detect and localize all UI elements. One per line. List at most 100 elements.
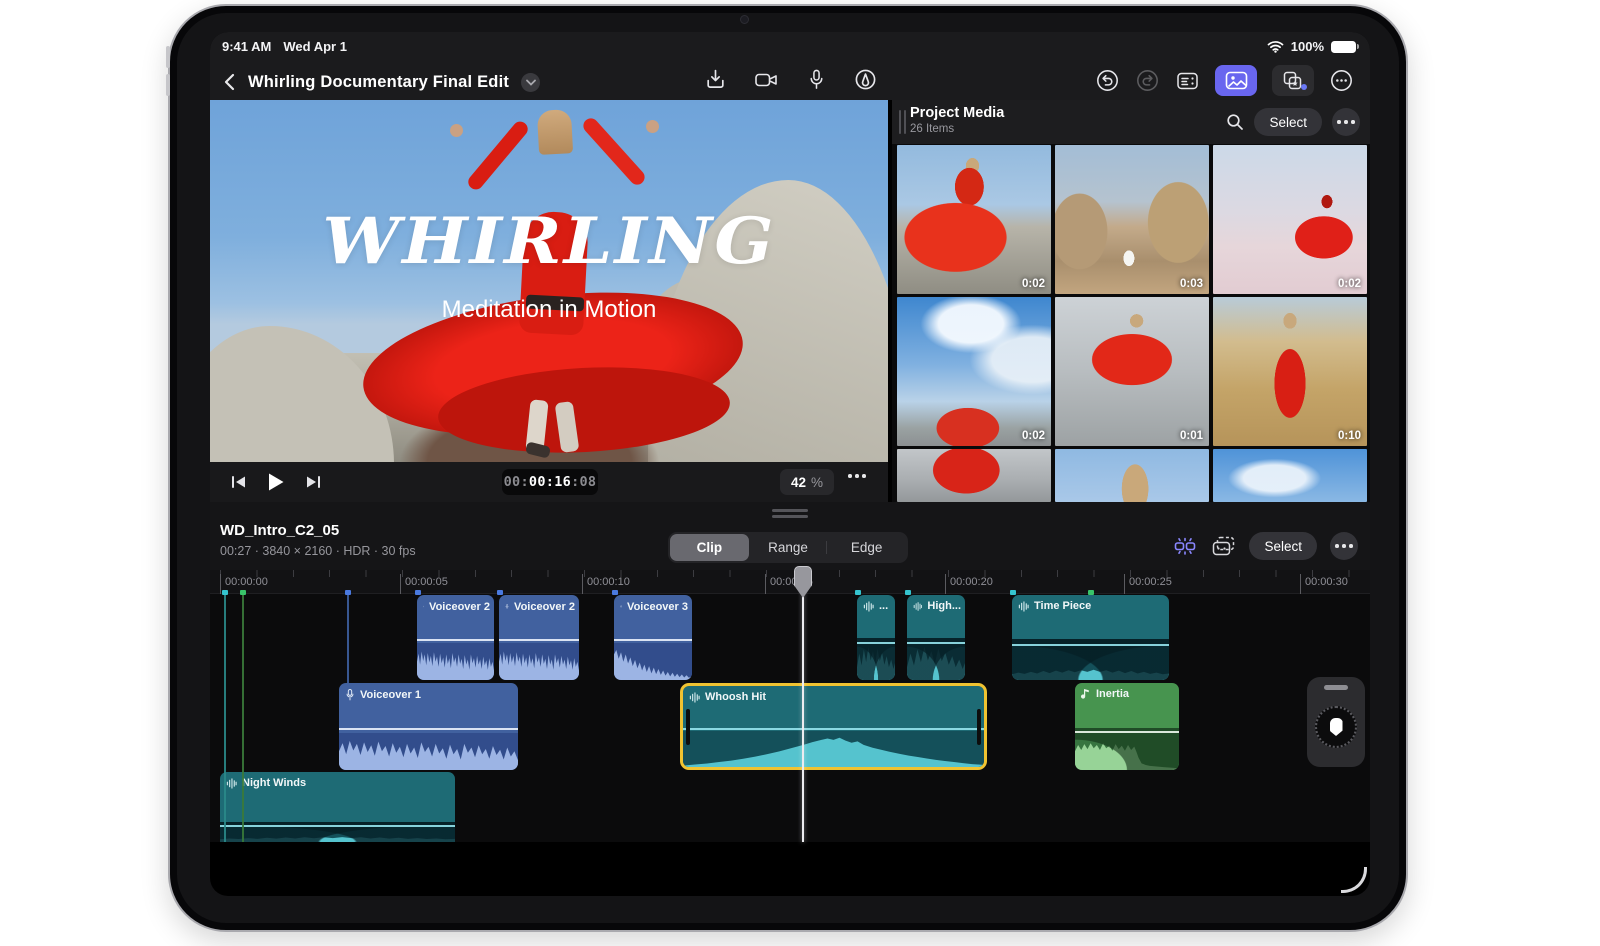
media-search-button[interactable] [1226,113,1244,131]
jog-wheel[interactable] [1307,677,1365,767]
project-media-panel: Project Media 26 Items Select 0:02 0:03 … [892,100,1370,502]
viewer-more-button[interactable] [848,474,866,478]
magnetic-timeline-button[interactable] [1172,534,1198,558]
clip-connection-marker [345,590,351,595]
mic-icon [620,605,622,608]
mic-icon [505,604,509,609]
video-viewer[interactable]: WHIRLING Meditation in Motion [210,100,888,462]
media-thumbnail[interactable]: 0:03 [1055,145,1209,294]
media-more-button[interactable] [1332,108,1360,136]
timeline-ruler[interactable]: 00:00:00 00:00:05 00:00:10 00:00:15 00:0… [210,570,1370,594]
timecode-display[interactable]: 00: 00:16:08 [502,469,598,495]
music-note-icon [1081,689,1089,699]
connected-clips-button[interactable] [1211,535,1236,558]
timeline-clip-whoosh-hit[interactable]: Whoosh Hit [680,683,987,770]
timeline-clip-sfx-1[interactable]: ... [857,595,895,680]
clip-connection-marker [415,590,421,595]
timeline-clip-voiceover-3[interactable]: Voiceover 3 [614,595,692,680]
export-icon [707,69,724,88]
media-thumbnail[interactable]: 0:02 [897,145,1051,294]
timeline-clip-voiceover-1[interactable]: Voiceover 1 [339,683,518,770]
timeline-clip-info: 00:27 · 3840 × 2160 · HDR · 30 fps [220,544,416,558]
draw-button[interactable] [854,68,877,91]
waveform-icon [913,601,923,611]
media-select-button[interactable]: Select [1254,108,1322,136]
jog-drag-handle[interactable] [1324,685,1348,690]
status-bar: 9:41 AM Wed Apr 1 [222,39,347,54]
battery-icon [1331,40,1359,53]
clip-label: Voiceover 2 [429,600,490,613]
clip-connection-marker [905,590,911,595]
microphone-icon [810,69,823,89]
mode-range[interactable]: Range [749,534,828,561]
clip-duration: 0:10 [1337,430,1361,442]
video-overlay-title: WHIRLING [322,204,776,279]
front-camera [740,15,749,24]
media-item-count: 26 Items [910,123,955,135]
playhead[interactable] [802,570,804,842]
clip-label: Inertia [1096,688,1130,700]
timeline: WD_Intro_C2_05 00:27 · 3840 × 2160 · HDR… [210,502,1370,842]
wifi-icon [1267,41,1284,53]
ruler-label: 00:00:30 [1300,574,1348,594]
media-thumbnail[interactable] [897,449,1051,502]
media-browser-button[interactable] [1215,65,1257,96]
media-thumbnail[interactable]: 0:02 [897,297,1051,446]
status-time: 9:41 AM [222,39,272,54]
mode-clip[interactable]: Clip [670,534,749,561]
record-camera-button[interactable] [754,69,779,91]
clip-duration: 0:02 [1021,278,1045,290]
redo-icon [1137,70,1158,91]
timeline-clip-night-winds[interactable]: Night Winds [220,772,455,842]
media-thumbnail[interactable]: 0:02 [1213,145,1367,294]
timeline-more-button[interactable] [1330,532,1358,560]
media-thumbnail[interactable] [1213,449,1367,502]
skip-back-button[interactable] [230,474,247,490]
timeline-clip-time-piece[interactable]: Time Piece [1012,595,1169,680]
timeline-clip-sfx-high[interactable]: High... [907,595,965,680]
redo-button[interactable] [1135,68,1160,93]
voiceover-record-button[interactable] [806,68,827,91]
title-menu-button[interactable] [521,72,541,92]
timeline-clip-voiceover-2b[interactable]: Voiceover 2 [499,595,579,680]
timeline-clip-voiceover-2a[interactable]: Voiceover 2 [417,595,494,680]
media-thumbnail[interactable] [1055,449,1209,502]
trim-handle-right[interactable] [977,708,981,745]
timeline-resize-handle[interactable] [772,509,808,521]
more-button[interactable] [1329,68,1354,93]
skip-forward-button[interactable] [305,474,322,490]
mode-edge[interactable]: Edge [827,534,906,561]
timeline-clip-inertia[interactable]: Inertia [1075,683,1179,770]
ipad-device: 9:41 AM Wed Apr 1 100% Whirling Document… [166,4,1408,932]
ruler-label: 00:00:10 [582,574,630,594]
clip-duration: 0:02 [1337,278,1361,290]
battery-percent: 100% [1290,39,1324,54]
edit-mode-segmented-control: Clip Range Edge [668,532,908,563]
chevron-down-icon [525,79,536,86]
media-panel-header: Project Media 26 Items Select [892,100,1370,144]
panel-resize-handle[interactable] [899,110,906,134]
clip-connection-marker [497,590,503,595]
camera-icon [755,73,777,86]
viewer-zoom-control[interactable]: 42% [780,469,834,495]
media-thumbnail[interactable]: 0:10 [1213,297,1367,446]
ruler-label: 00:00:05 [400,574,448,594]
mic-icon [423,605,424,608]
search-icon [1227,114,1244,130]
effects-button[interactable] [1272,65,1314,96]
back-button[interactable] [222,72,236,92]
clip-duration: 0:02 [1021,430,1045,442]
ellipsis-icon [1331,70,1352,91]
media-thumbnail[interactable]: 0:01 [1055,297,1209,446]
timeline-select-button[interactable]: Select [1249,532,1317,560]
effects-notification-dot [1301,84,1307,90]
play-button[interactable] [267,472,285,492]
inspector-button[interactable] [1175,70,1200,92]
connection-line [242,594,244,842]
status-date: Wed Apr 1 [283,39,347,54]
trim-handle-left[interactable] [686,708,690,745]
timeline-header: WD_Intro_C2_05 00:27 · 3840 × 2160 · HDR… [210,502,1370,570]
undo-button[interactable] [1095,68,1120,93]
magnetic-timeline-icon [1175,537,1196,555]
export-button[interactable] [704,68,727,91]
